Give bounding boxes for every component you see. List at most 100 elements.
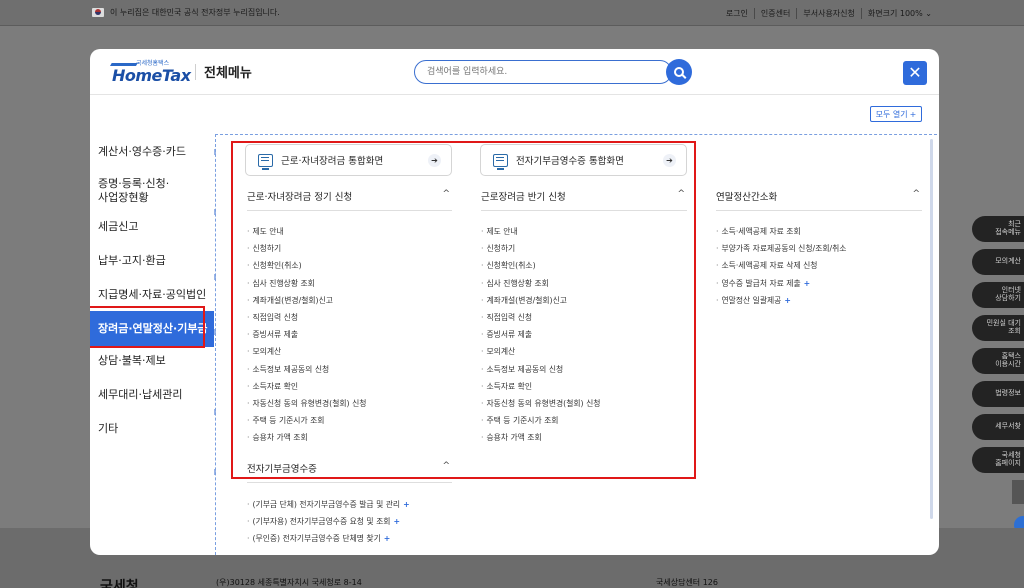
section-year-end[interactable]: 연말정산간소화 ^ xyxy=(716,189,922,211)
plus-icon: + xyxy=(383,534,391,544)
plus-icon: + xyxy=(393,517,400,527)
monitor-icon xyxy=(258,153,273,170)
quick-waiting[interactable]: 민원실 대기 조회 xyxy=(972,315,1024,341)
quick-hours[interactable]: 홈택스 이용시간 xyxy=(972,348,1024,374)
full-menu-modal: 국세청홈택스 HomeTax 전체메뉴 ✕ 모두 열기 + 계산서·영수증·카드… xyxy=(90,49,939,555)
list-item[interactable]: 증빙서류 제출 xyxy=(481,328,600,345)
list-item[interactable]: 계좌개설(변경/철회)신고 xyxy=(247,294,366,311)
list-item[interactable]: 모의계산 xyxy=(247,345,366,362)
list-item[interactable]: 모의계산 xyxy=(481,345,600,362)
nav-item-etc[interactable]: 기타 xyxy=(90,422,118,436)
list-item[interactable]: 심사 진행상황 조회 xyxy=(481,277,600,294)
logo-text: HomeTax xyxy=(112,66,191,85)
quick-simulate[interactable]: 모의계산 xyxy=(972,249,1024,275)
dept-user-link[interactable]: 부서사용자신청 xyxy=(796,8,861,19)
list-item[interactable]: 소득·세액공제 자료 삭제 신청 xyxy=(716,259,846,276)
list-item[interactable]: 승용차 가액 조회 xyxy=(481,431,600,448)
item-label: (기부자용) 전자기부금영수증 요청 및 조회 xyxy=(252,517,391,527)
list-item[interactable]: 자동신청 동의 유형변경(철회) 신청 xyxy=(247,397,366,414)
footer-address: (우)30128 세종특별자치시 국세청로 8-14 xyxy=(216,578,362,587)
list-year-end: 소득·세액공제 자료 조회 부양가족 자료제공동의 신청/조회/취소 소득·세액… xyxy=(716,225,846,311)
nav-item-tax-report[interactable]: 세금신고 xyxy=(90,220,138,234)
quick-consult[interactable]: 인터넷 상담하기 xyxy=(972,282,1024,308)
search-button[interactable] xyxy=(666,59,692,85)
section-title: 전자기부금영수증 xyxy=(247,464,317,475)
list-item[interactable]: 심사 진행상황 조회 xyxy=(247,277,366,294)
search-icon xyxy=(674,67,684,77)
list-item[interactable]: 자동신청 동의 유형변경(철회) 신청 xyxy=(481,397,600,414)
quick-recent[interactable]: 최근 접속메뉴 xyxy=(972,216,1024,242)
list-item[interactable]: 증빙서류 제출 xyxy=(247,328,366,345)
list-item[interactable]: 신청확인(취소) xyxy=(247,259,366,276)
section-title: 연말정산간소화 xyxy=(716,192,778,203)
card-donation-integrated[interactable]: 전자기부금영수증 통합화면 ➔ xyxy=(480,144,687,176)
item-label: 부양가족 자료제공동의 신청/조회/취소 xyxy=(721,244,847,254)
nav-item-statement[interactable]: 지급명세·자료·공익법인 xyxy=(90,288,206,302)
nav-item-consult[interactable]: 상담·불복·제보 xyxy=(90,354,166,368)
list-item[interactable]: 소득·세액공제 자료 조회 xyxy=(716,225,846,242)
list-item[interactable]: 제도 안내 xyxy=(247,225,366,242)
plus-icon: + xyxy=(784,295,791,305)
footer-logo: 국세청 xyxy=(100,579,139,588)
footer-call-center: 국세상담센터 126 xyxy=(656,578,718,587)
nav-item-certificate[interactable]: 증명·등록·신청· 사업장현황 xyxy=(90,177,169,205)
list-item[interactable]: 신청확인(취소) xyxy=(481,259,600,276)
list-item[interactable]: 주택 등 기준시가 조회 xyxy=(481,414,600,431)
arrow-right-icon: ➔ xyxy=(428,154,441,167)
item-label: 소득·세액공제 자료 조회 xyxy=(721,227,801,236)
quick-menu: 최근 접속메뉴 모의계산 인터넷 상담하기 민원실 대기 조회 홈택스 이용시간… xyxy=(972,216,1024,480)
section-incentive-half[interactable]: 근로장려금 반기 신청 ^ xyxy=(481,189,687,211)
section-title: 근로장려금 반기 신청 xyxy=(481,192,566,203)
list-item[interactable]: 소득자료 확인 xyxy=(481,380,600,397)
nav-item-invoice[interactable]: 계산서·영수증·카드 xyxy=(90,145,186,159)
list-item[interactable]: (무인증) 전자기부금영수증 단체명 찾기+ xyxy=(247,532,410,549)
plus-icon: + xyxy=(909,109,917,119)
section-incentive-regular[interactable]: 근로·자녀장려금 정기 신청 ^ xyxy=(247,189,452,211)
zoom-level-select[interactable]: 화면크기 100% ⌄ xyxy=(860,8,938,19)
nav-item-incentive[interactable]: 장려금·연말정산·기부금 xyxy=(90,311,214,347)
chevron-up-icon: ^ xyxy=(442,189,450,199)
plus-icon: + xyxy=(803,278,811,288)
hometax-logo[interactable]: 국세청홈택스 HomeTax xyxy=(108,58,194,86)
list-item[interactable]: 주택 등 기준시가 조회 xyxy=(247,414,366,431)
modal-title: 전체메뉴 xyxy=(204,66,252,81)
list-item[interactable]: 직접입력 신청 xyxy=(247,311,366,328)
page-scrollbar[interactable] xyxy=(1012,480,1024,504)
quick-office[interactable]: 세무서찾 xyxy=(972,414,1024,440)
cert-center-link[interactable]: 인증센터 xyxy=(753,8,796,19)
card-label: 전자기부금영수증 통합화면 xyxy=(516,156,624,167)
quick-nts-home[interactable]: 국세청 홈페이지 xyxy=(972,447,1024,473)
menu-search-input[interactable] xyxy=(414,60,672,84)
chevron-up-icon: ^ xyxy=(677,189,685,199)
list-item[interactable]: 승용차 가액 조회 xyxy=(247,431,366,448)
close-button[interactable]: ✕ xyxy=(903,61,927,85)
list-item[interactable]: 영수증 발급처 자료 제출+ xyxy=(716,277,846,294)
list-item[interactable]: 제도 안내 xyxy=(481,225,600,242)
open-all-button[interactable]: 모두 열기 + xyxy=(870,106,922,122)
card-incentive-integrated[interactable]: 근로·자녀장려금 통합화면 ➔ xyxy=(245,144,452,176)
list-item[interactable]: (기부금 단체) 전자기부금영수증 발급 및 관리+ xyxy=(247,498,409,515)
content-scrollbar[interactable] xyxy=(930,139,933,519)
nav-item-payment[interactable]: 납부·고지·환급 xyxy=(90,254,166,268)
login-link[interactable]: 로그인 xyxy=(720,8,754,19)
list-item[interactable]: 부양가족 자료제공동의 신청/조회/취소 xyxy=(716,242,846,259)
quick-law[interactable]: 법령정보 xyxy=(972,381,1024,407)
list-item[interactable]: 소득정보 제공동의 신청 xyxy=(481,363,600,380)
list-item[interactable]: 직접입력 신청 xyxy=(481,311,600,328)
list-item[interactable]: 연말정산 일괄제공+ xyxy=(716,294,846,311)
nav-item-agent[interactable]: 세무대리·납세관리 xyxy=(90,388,182,402)
modal-header: 국세청홈택스 HomeTax 전체메뉴 ✕ xyxy=(90,49,939,95)
list-incentive-regular: 제도 안내 신청하기 신청확인(취소) 심사 진행상황 조회 계좌개설(변경/철… xyxy=(247,225,366,448)
arrow-right-icon: ➔ xyxy=(663,154,676,167)
item-label: (기부금 단체) 전자기부금영수증 발급 및 관리 xyxy=(252,500,401,509)
list-item[interactable]: 소득정보 제공동의 신청 xyxy=(247,363,366,380)
list-item[interactable]: 계좌개설(변경/철회)신고 xyxy=(481,294,600,311)
list-item[interactable]: (기부자용) 전자기부금영수증 요청 및 조회+ xyxy=(247,515,410,532)
list-item[interactable]: 신청하기 xyxy=(481,242,600,259)
section-donation-receipt[interactable]: 전자기부금영수증 ^ xyxy=(247,461,452,483)
chevron-up-icon: ^ xyxy=(442,461,450,471)
list-item[interactable]: 소득자료 확인 xyxy=(247,380,366,397)
list-item[interactable]: 신청하기 xyxy=(247,242,366,259)
card-label: 근로·자녀장려금 통합화면 xyxy=(281,156,384,167)
korea-flag-icon xyxy=(92,8,104,17)
